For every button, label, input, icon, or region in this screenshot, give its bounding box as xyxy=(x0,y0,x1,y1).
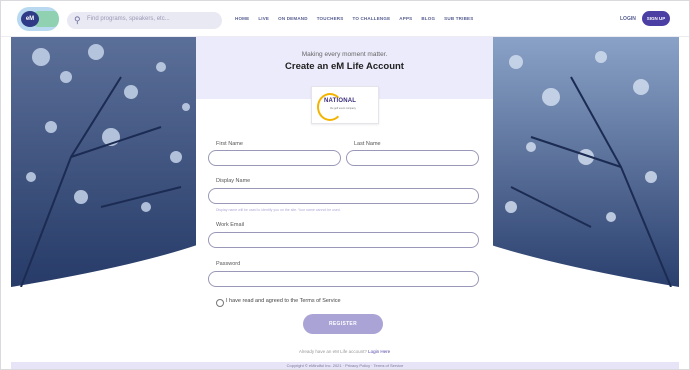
first-name-label: First Name xyxy=(216,141,243,147)
display-name-hint: Display name will be used to identify yo… xyxy=(216,208,341,212)
organization-logo-subtext: the golf event company xyxy=(330,107,356,110)
footer: Copyright © eMindful Inc. 2021 · Privacy… xyxy=(11,362,679,369)
search-icon: ⚲ xyxy=(74,15,81,25)
tagline: Making every moment matter. xyxy=(301,51,388,58)
top-nav-bar: eM ⚲ Find programs, speakers, etc... HOM… xyxy=(1,1,689,37)
login-here-link[interactable]: Login Here xyxy=(368,349,390,354)
page-title: Create an eM Life Account xyxy=(285,61,404,72)
logo-mark: eM xyxy=(21,11,39,27)
nav-item-apps[interactable]: APPS xyxy=(399,16,412,21)
nav-item-on-demand[interactable]: ON DEMAND xyxy=(278,16,308,21)
nav-item-home[interactable]: HOME xyxy=(235,16,249,21)
login-prompt: Already have an eM Life account? Login H… xyxy=(196,349,493,354)
footer-text: Copyright © eMindful Inc. 2021 · Privacy… xyxy=(286,363,404,368)
nav-item-blog[interactable]: BLOG xyxy=(421,16,435,21)
nav-item-live[interactable]: LIVE xyxy=(258,16,269,21)
nav-item-challenge[interactable]: TO CHALLENGE xyxy=(352,16,390,21)
tree-photo-right xyxy=(491,37,679,287)
main-nav: HOME LIVE ON DEMAND TOUCHERS TO CHALLENG… xyxy=(235,16,473,21)
last-name-field[interactable] xyxy=(346,150,479,166)
work-email-label: Work Email xyxy=(216,222,245,228)
register-button[interactable]: REGISTER xyxy=(303,314,383,334)
first-name-field[interactable] xyxy=(208,150,341,166)
display-name-label: Display Name xyxy=(216,178,251,184)
terms-checkbox[interactable] xyxy=(216,299,224,307)
tree-photo-left xyxy=(11,37,197,287)
organization-logo: NATIONAL the golf event company xyxy=(311,86,379,124)
nav-item-touchers[interactable]: TOUCHERS xyxy=(317,16,344,21)
organization-logo-text: NATIONAL xyxy=(324,98,357,104)
terms-label: I have read and agreed to the Terms of S… xyxy=(226,298,341,304)
password-label: Password xyxy=(216,261,241,267)
last-name-label: Last Name xyxy=(354,141,381,147)
registration-card: Making every moment matter. Create an eM… xyxy=(196,37,493,362)
login-link[interactable]: LOGIN xyxy=(620,16,636,22)
search-placeholder: Find programs, speakers, etc... xyxy=(87,16,170,22)
display-name-field[interactable] xyxy=(208,188,479,204)
password-field[interactable] xyxy=(208,271,479,287)
search-input[interactable]: ⚲ Find programs, speakers, etc... xyxy=(67,12,222,29)
page: eM ⚲ Find programs, speakers, etc... HOM… xyxy=(0,0,690,370)
work-email-field[interactable] xyxy=(208,232,479,248)
login-prompt-text: Already have an eM Life account? xyxy=(298,349,367,354)
em-logo[interactable]: eM xyxy=(17,7,59,31)
signup-button[interactable]: SIGN UP xyxy=(642,11,670,26)
nav-item-sub-tribes[interactable]: SUB TRIBES xyxy=(444,16,473,21)
